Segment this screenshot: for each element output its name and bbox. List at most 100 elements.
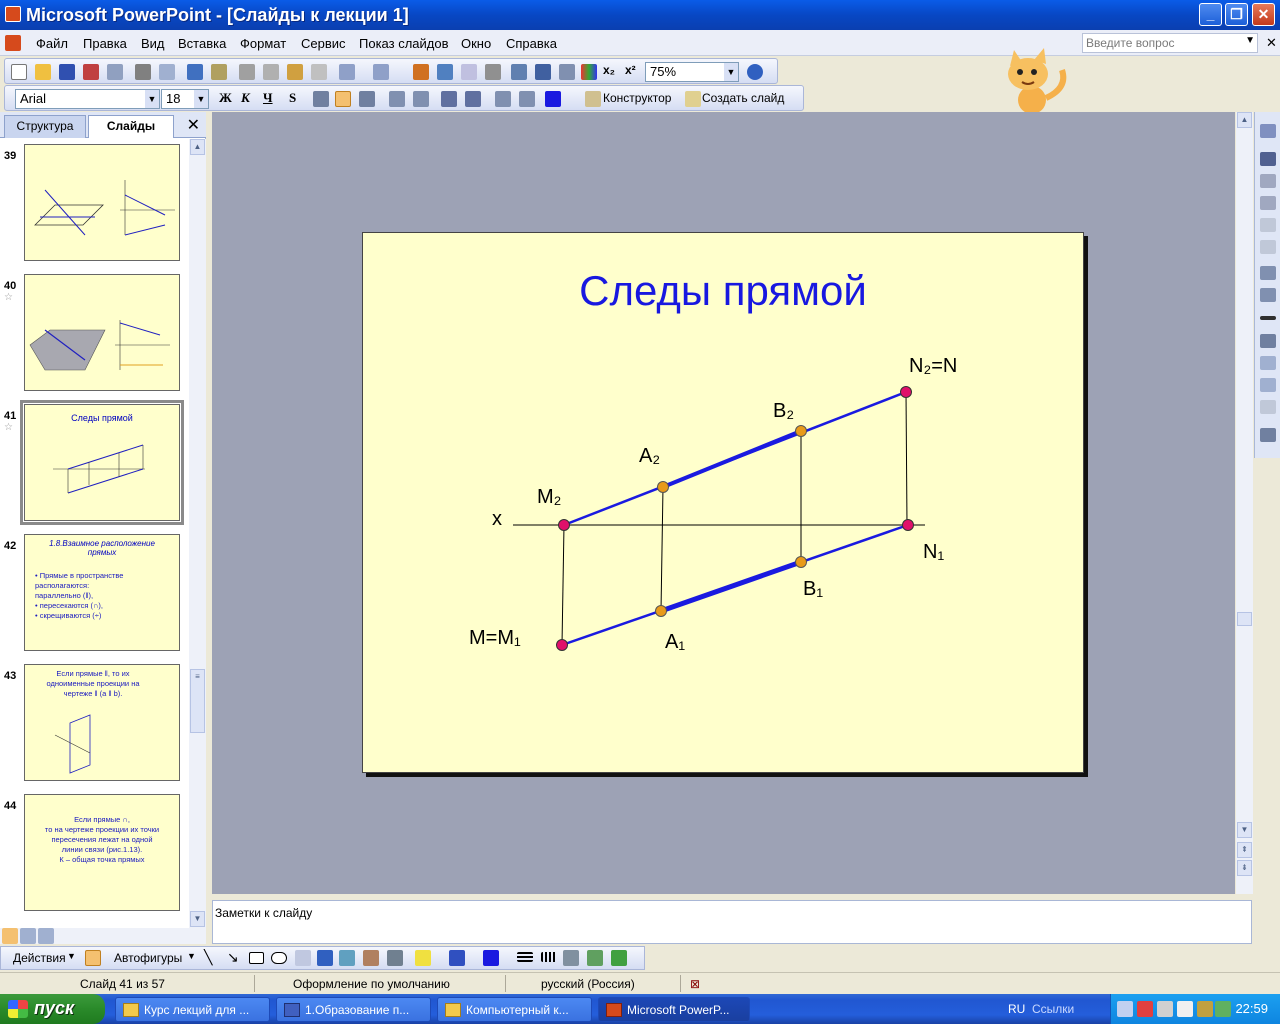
scroll-thumb[interactable]: [1237, 612, 1252, 626]
undo-icon[interactable]: [339, 64, 355, 80]
expand-all-icon[interactable]: [511, 64, 527, 80]
cut-icon[interactable]: [239, 64, 255, 80]
email-icon[interactable]: [107, 64, 123, 80]
shadow-button[interactable]: S: [289, 90, 296, 106]
antivirus-icon[interactable]: [1137, 1001, 1153, 1017]
tab-outline[interactable]: Структура: [4, 115, 86, 138]
new-document-icon[interactable]: [11, 64, 27, 80]
help-icon[interactable]: [747, 64, 763, 80]
slide-sorter-view-icon[interactable]: [20, 928, 36, 944]
insert-picture-icon[interactable]: [387, 950, 403, 966]
spelling-icon[interactable]: [187, 64, 203, 80]
rectangle-tool-icon[interactable]: [249, 952, 264, 964]
scroll-down-icon[interactable]: ▼: [190, 911, 205, 927]
help-question-input[interactable]: Введите вопрос ▼: [1082, 33, 1258, 53]
tab-slides[interactable]: Слайды: [88, 115, 174, 138]
paste-icon[interactable]: [287, 64, 303, 80]
dash-style-icon[interactable]: [541, 952, 557, 962]
save-icon[interactable]: [59, 64, 75, 80]
maximize-button[interactable]: ❐: [1225, 3, 1248, 26]
actions-menu[interactable]: Действия: [13, 951, 66, 965]
scroll-down-icon[interactable]: ▼: [1237, 822, 1252, 838]
show-formatting-icon[interactable]: [535, 64, 551, 80]
close-document-button[interactable]: ✕: [1266, 35, 1277, 51]
chevron-down-icon[interactable]: ▼: [724, 63, 738, 81]
decrease-indent-icon[interactable]: [495, 91, 511, 107]
italic-button[interactable]: К: [241, 90, 250, 106]
font-color-icon[interactable]: [483, 950, 499, 966]
align-right-icon[interactable]: [359, 91, 375, 107]
new-slide-icon[interactable]: [685, 91, 701, 107]
insert-table-icon[interactable]: [437, 64, 453, 80]
network-icon[interactable]: [1117, 1001, 1133, 1017]
zoom-select[interactable]: 75% ▼: [645, 62, 739, 82]
mail-icon[interactable]: [1177, 1001, 1193, 1017]
menu-file[interactable]: Файл: [36, 36, 68, 51]
wordart-icon[interactable]: [317, 950, 333, 966]
chevron-down-icon[interactable]: ▼: [67, 951, 76, 961]
task-word-doc[interactable]: 1.Образование п...: [276, 997, 431, 1022]
menu-help[interactable]: Справка: [506, 36, 557, 51]
recolor-icon[interactable]: [1260, 356, 1276, 370]
permission-icon[interactable]: [83, 64, 99, 80]
close-button[interactable]: ✕: [1252, 3, 1275, 26]
volume-icon[interactable]: [1157, 1001, 1173, 1017]
menu-view[interactable]: Вид: [141, 36, 165, 51]
next-slide-icon[interactable]: ⇟: [1237, 860, 1252, 876]
insert-chart-icon[interactable]: [413, 64, 429, 80]
task-folder-1[interactable]: Курс лекций для ...: [115, 997, 270, 1022]
3d-style-icon[interactable]: [611, 950, 627, 966]
image-control-icon[interactable]: [1260, 152, 1276, 166]
menu-window[interactable]: Окно: [461, 36, 491, 51]
diagram-icon[interactable]: [339, 950, 355, 966]
chevron-down-icon[interactable]: ▼: [187, 951, 196, 961]
contrast-up-icon[interactable]: [1260, 174, 1276, 188]
language-indicator[interactable]: RU: [1008, 1002, 1025, 1016]
autoshapes-menu[interactable]: Автофигуры: [114, 951, 182, 965]
line-tool-icon[interactable]: ╲: [204, 949, 212, 966]
slide-thumbnail-42[interactable]: 1.8.Взаимное расположение прямых • Прямы…: [24, 534, 180, 651]
slide-show-view-icon[interactable]: [38, 928, 54, 944]
format-painter-icon[interactable]: [311, 64, 327, 80]
brightness-up-icon[interactable]: [1260, 218, 1276, 232]
rotate-icon[interactable]: [1260, 288, 1276, 302]
menu-slideshow[interactable]: Показ слайдов: [359, 36, 449, 51]
scroll-thumb[interactable]: ≡: [190, 669, 205, 733]
underline-button[interactable]: Ч: [263, 90, 273, 106]
tray-app2-icon[interactable]: [1215, 1001, 1231, 1017]
redo-icon[interactable]: [373, 64, 389, 80]
slide-thumbnail-41[interactable]: Следы прямой: [20, 400, 184, 525]
transparent-color-icon[interactable]: [1260, 400, 1276, 414]
font-color-icon[interactable]: [545, 91, 561, 107]
slide-thumbnail-39[interactable]: [24, 144, 180, 261]
task-folder-2[interactable]: Компьютерный к...: [437, 997, 592, 1022]
picture-icon[interactable]: [1260, 124, 1276, 138]
font-select[interactable]: Arial ▼: [15, 89, 160, 109]
tray-app-icon[interactable]: [1197, 1001, 1213, 1017]
new-slide-button[interactable]: Создать слайд: [702, 91, 784, 105]
designer-button[interactable]: Конструктор: [603, 91, 671, 105]
chevron-down-icon[interactable]: ▼: [145, 90, 159, 108]
subscript-icon[interactable]: x₂: [603, 63, 615, 77]
scroll-up-icon[interactable]: ▲: [1237, 112, 1252, 128]
hyperlink-icon[interactable]: [485, 64, 501, 80]
copy-icon[interactable]: [263, 64, 279, 80]
reset-picture-icon[interactable]: [1260, 428, 1276, 442]
fill-color-icon[interactable]: [415, 950, 431, 966]
spelling-status-icon[interactable]: ⊠: [690, 977, 700, 991]
office-assistant-cat-icon[interactable]: [990, 48, 1076, 116]
current-slide[interactable]: Следы прямой N₂=N B₂ A₂ M₂ x N₁ B₁ A₁ M=…: [362, 232, 1084, 773]
designer-icon[interactable]: [585, 91, 601, 107]
normal-view-icon[interactable]: [2, 928, 18, 944]
chevron-down-icon[interactable]: ▼: [194, 90, 208, 108]
increase-indent-icon[interactable]: [519, 91, 535, 107]
open-folder-icon[interactable]: [35, 64, 51, 80]
decrease-font-icon[interactable]: [465, 91, 481, 107]
notes-pane[interactable]: Заметки к слайду: [212, 900, 1252, 944]
slide-thumbnail-43[interactable]: Если прямые ǁ, то их одноименные проекци…: [24, 664, 180, 781]
line-color-icon[interactable]: [449, 950, 465, 966]
menu-edit[interactable]: Правка: [83, 36, 127, 51]
align-center-icon[interactable]: [335, 91, 351, 107]
print-preview-icon[interactable]: [159, 64, 175, 80]
slide-thumbnail-44[interactable]: Если прямые ∩, то на чертеже проекции их…: [24, 794, 180, 911]
